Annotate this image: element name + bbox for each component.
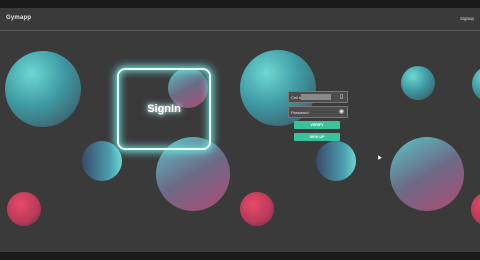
mouse-cursor xyxy=(376,154,382,160)
password-field[interactable]: ◉ xyxy=(288,106,348,118)
signin-card: SignIn xyxy=(117,68,211,150)
eye-icon[interactable]: ◉ xyxy=(338,108,345,116)
cell-number-field[interactable]: ▯ xyxy=(288,91,348,103)
decorative-orb xyxy=(472,66,480,102)
decorative-orb xyxy=(390,137,464,211)
password-input[interactable] xyxy=(289,107,331,117)
decorative-orb xyxy=(240,192,274,226)
phone-icon: ▯ xyxy=(339,94,344,100)
signup-link[interactable]: Signup xyxy=(460,16,474,21)
decorative-orb xyxy=(7,192,41,226)
top-nav: Gymapp Signup xyxy=(0,8,480,31)
cell-number-value xyxy=(301,94,331,100)
decorative-orb xyxy=(316,141,356,181)
decorative-orb xyxy=(5,51,81,127)
verify-button[interactable]: VERIFY xyxy=(294,121,340,129)
decorative-orb xyxy=(401,66,435,100)
signup-button[interactable]: SIGN UP xyxy=(294,133,340,141)
decorative-orb xyxy=(82,141,122,181)
signin-title: SignIn xyxy=(147,103,181,115)
app-window: Gymapp Signup SignIn ▯ ◉ VERIFY SIGN UP xyxy=(0,8,480,252)
decorative-orb xyxy=(471,192,480,226)
brand-logo[interactable]: Gymapp xyxy=(6,15,31,21)
